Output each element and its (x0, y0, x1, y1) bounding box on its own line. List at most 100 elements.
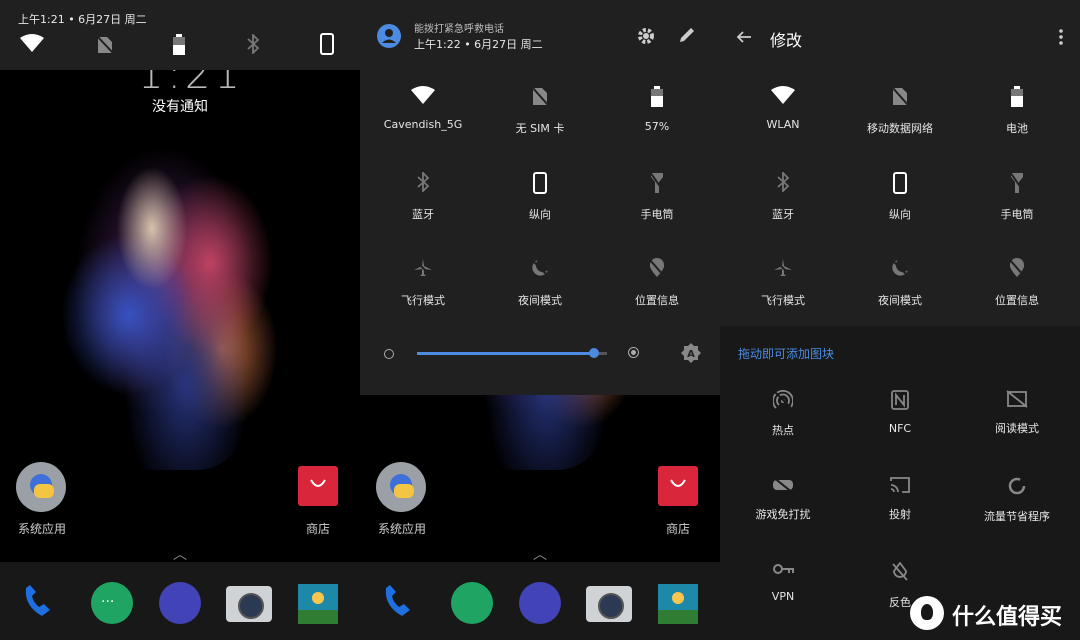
quick-tile[interactable]: 飞行模式 (363, 258, 483, 308)
reading-mode-icon (957, 390, 1077, 408)
quick-tile[interactable]: 移动数据网络 (840, 86, 960, 136)
bluetooth-icon (246, 34, 260, 54)
battery-icon (172, 34, 186, 56)
available-tile[interactable]: 热点 (723, 390, 843, 438)
tile-label: 热点 (772, 424, 794, 437)
quick-tile[interactable]: 位置信息 (957, 258, 1077, 308)
cast-icon (840, 476, 960, 494)
tile-label: 纵向 (529, 208, 551, 221)
airplane-icon (723, 258, 843, 278)
messages-icon[interactable]: ··· (91, 582, 133, 624)
account-icon[interactable] (376, 23, 402, 49)
gallery-icon[interactable] (298, 584, 338, 624)
phone-icon[interactable] (380, 582, 420, 622)
tile-label: 纵向 (889, 208, 911, 221)
brightness-thumb[interactable] (589, 348, 599, 358)
camera-icon[interactable] (586, 586, 632, 622)
browser-icon[interactable] (519, 582, 561, 624)
notification-shade: 能拨打紧急呼救电话 上午1:22 • 6月27日 周二 Cavendish_5G… (360, 0, 720, 395)
status-time: 上午1:21 • 6月27日 周二 (18, 13, 147, 26)
chevron-up-icon[interactable]: ︿ (533, 544, 547, 564)
quick-tile[interactable]: 57% (597, 86, 717, 133)
quick-tile[interactable]: 无 SIM 卡 (480, 86, 600, 136)
brightness-high-icon (628, 347, 639, 358)
quick-tile[interactable]: 纵向 (840, 172, 960, 222)
tile-label: Cavendish_5G (383, 118, 463, 131)
camera-icon[interactable] (226, 586, 272, 622)
tile-label: 阅读模式 (995, 422, 1039, 435)
vpn-key-icon (723, 562, 843, 576)
chevron-up-icon[interactable]: ︿ (173, 544, 187, 564)
tile-label: 投射 (889, 508, 911, 521)
brightness-low-icon (384, 349, 394, 359)
available-tile[interactable]: 投射 (840, 476, 960, 522)
messages-icon[interactable] (451, 582, 493, 624)
available-tile[interactable]: NFC (840, 390, 960, 435)
browser-icon[interactable] (159, 582, 201, 624)
app-label: 商店 (666, 522, 691, 536)
store-icon[interactable] (658, 466, 698, 506)
tile-label: 手电筒 (640, 208, 674, 221)
gear-icon[interactable] (636, 26, 656, 46)
available-tile[interactable]: 阅读模式 (957, 390, 1077, 436)
drag-hint-text: 拖动即可添加图块 (738, 347, 835, 361)
edit-pencil-icon[interactable] (678, 26, 696, 44)
portrait-icon (480, 172, 600, 194)
folder-icon[interactable] (376, 462, 426, 512)
brightness-slider[interactable] (417, 348, 607, 358)
available-tile[interactable]: 反色 (840, 562, 960, 610)
portrait-icon (320, 33, 334, 55)
store-icon[interactable] (298, 466, 338, 506)
app-label: 系统应用 (18, 522, 67, 536)
available-tile[interactable]: 游戏免打扰 (723, 476, 843, 522)
quick-tile[interactable]: 飞行模式 (723, 258, 843, 308)
tile-label: 夜间模式 (878, 294, 922, 307)
quick-tile[interactable]: 蓝牙 (363, 172, 483, 222)
game-mode-icon (723, 476, 843, 494)
quick-settings-panel: 系统应用 商店 ︿ 能拨打紧急呼救电话 上午1:22 • 6月27日 周二 Ca… (360, 0, 720, 640)
quick-tile[interactable]: 位置信息 (597, 258, 717, 308)
auto-brightness-icon[interactable]: A (681, 343, 701, 363)
app-label: 商店 (306, 522, 331, 536)
available-tile[interactable]: VPN (723, 562, 843, 603)
available-tile[interactable]: 流量节省程序 (957, 476, 1077, 524)
nfc-icon (840, 390, 960, 410)
quick-tile[interactable]: WLAN (723, 86, 843, 131)
quick-tile[interactable]: 蓝牙 (723, 172, 843, 222)
tile-label: 位置信息 (635, 294, 679, 307)
invert-colors-icon (840, 562, 960, 582)
folder-icon[interactable] (16, 462, 66, 512)
tile-label: 夜间模式 (518, 294, 562, 307)
quick-tile[interactable]: 纵向 (480, 172, 600, 222)
gallery-icon[interactable] (658, 584, 698, 624)
quick-tile[interactable]: 夜间模式 (480, 258, 600, 308)
available-tiles-area: 拖动即可添加图块 热点 NFC 阅读模式 游戏免打扰 投射 流量节省程序 VPN (720, 326, 1080, 640)
location-icon (957, 258, 1077, 278)
wifi-icon (20, 34, 44, 52)
back-arrow-icon[interactable] (736, 29, 752, 45)
tile-label: 流量节省程序 (984, 510, 1050, 523)
tile-label: WLAN (766, 118, 800, 131)
tile-label: VPN (771, 590, 795, 603)
tile-label: 飞行模式 (761, 294, 805, 307)
tile-label: 无 SIM 卡 (515, 122, 565, 135)
dock: ··· (0, 562, 360, 640)
phone-icon[interactable] (20, 582, 60, 622)
svg-text:A: A (687, 349, 695, 360)
more-options-icon[interactable] (1058, 28, 1064, 46)
wifi-icon (723, 86, 843, 104)
quick-tile[interactable]: Cavendish_5G (363, 86, 483, 131)
bluetooth-icon (723, 172, 843, 192)
wallpaper-art (60, 125, 290, 470)
tile-label: 57% (644, 120, 670, 133)
quick-tile[interactable]: 手电筒 (957, 172, 1077, 222)
quick-tile[interactable]: 电池 (957, 86, 1077, 136)
mobile-data-icon (840, 86, 960, 106)
quick-tile[interactable]: 夜间模式 (840, 258, 960, 308)
tile-label: 移动数据网络 (867, 122, 933, 135)
tile-label: 飞行模式 (401, 294, 445, 307)
page-title: 修改 (770, 31, 803, 50)
watermark-logo (910, 596, 944, 630)
quick-tile[interactable]: 手电筒 (597, 172, 717, 222)
tile-label: 蓝牙 (412, 208, 434, 221)
